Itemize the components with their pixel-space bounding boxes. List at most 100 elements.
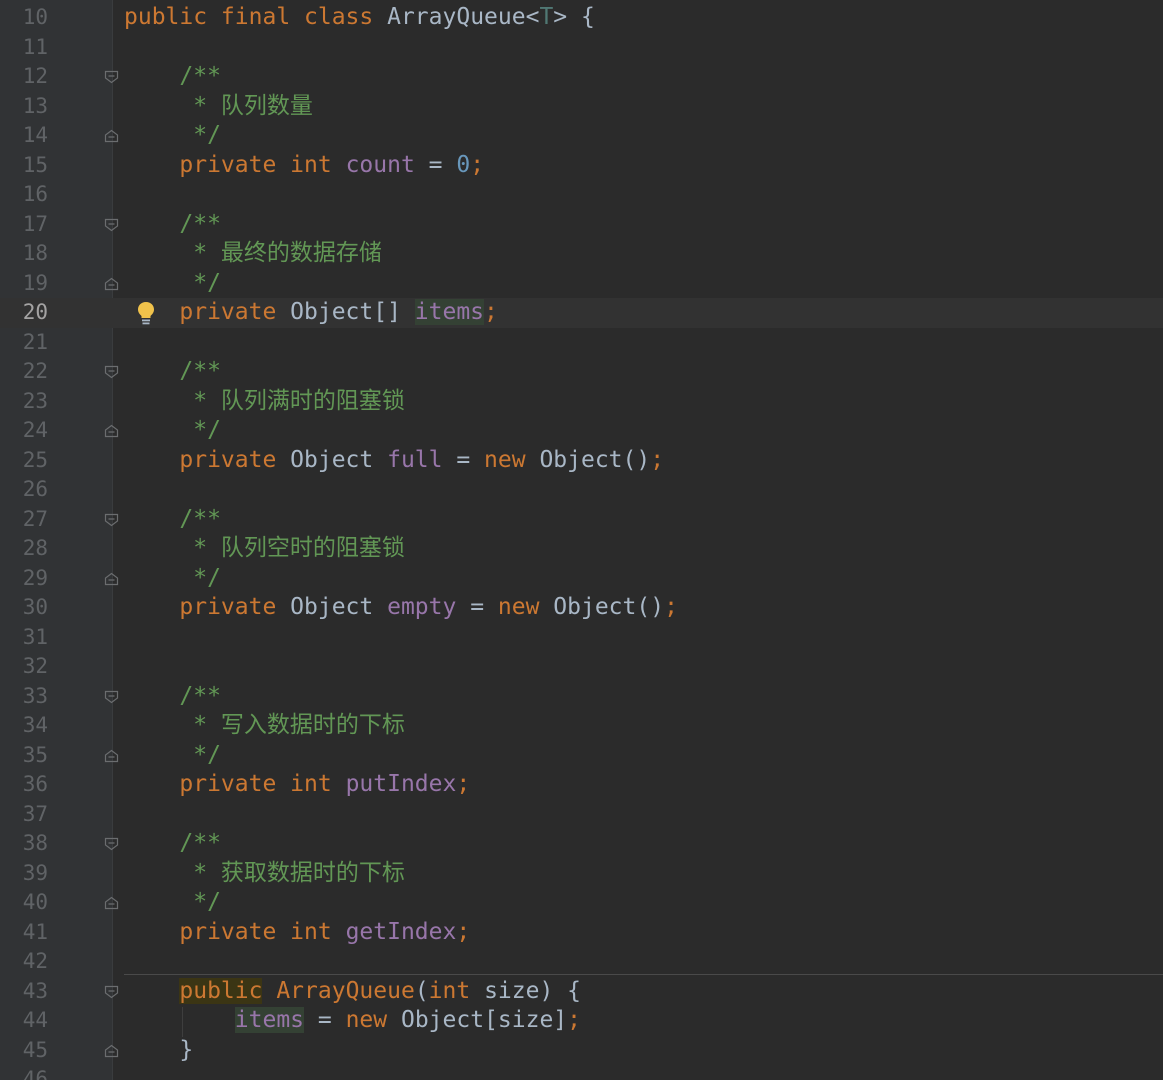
code-line[interactable]: 41 private int getIndex; xyxy=(0,918,1163,948)
line-number: 31 xyxy=(22,624,48,649)
code-line[interactable]: 45 } xyxy=(0,1036,1163,1066)
code-line[interactable]: 34 * 写入数据时的下标 xyxy=(0,711,1163,741)
code-token: */ xyxy=(124,417,221,443)
code-text[interactable]: private int putIndex; xyxy=(124,770,470,800)
code-line[interactable]: 43 public ArrayQueue(int size) { xyxy=(0,977,1163,1007)
fold-start-icon[interactable] xyxy=(104,70,119,84)
fold-end-icon[interactable] xyxy=(104,749,119,763)
line-number: 13 xyxy=(22,93,48,118)
fold-start-icon[interactable] xyxy=(104,690,119,704)
code-line[interactable]: 19 */ xyxy=(0,269,1163,299)
code-text[interactable]: * 最终的数据存储 xyxy=(124,239,382,269)
code-token: Object() xyxy=(539,446,651,473)
fold-end-icon[interactable] xyxy=(104,277,119,291)
code-text[interactable]: * 获取数据时的下标 xyxy=(124,859,405,889)
code-line[interactable]: 26 xyxy=(0,475,1163,505)
code-line[interactable]: 30 private Object empty = new Object(); xyxy=(0,593,1163,623)
fold-start-icon[interactable] xyxy=(104,837,119,851)
fold-end-icon[interactable] xyxy=(104,1044,119,1058)
code-line[interactable]: 14 */ xyxy=(0,121,1163,151)
code-line[interactable]: 17 /** xyxy=(0,210,1163,240)
code-text[interactable]: * 队列满时的阻塞锁 xyxy=(124,387,405,417)
fold-end-icon[interactable] xyxy=(104,572,119,586)
code-line[interactable]: 33 /** xyxy=(0,682,1163,712)
code-text[interactable]: /** xyxy=(124,357,221,387)
code-text[interactable]: public ArrayQueue(int size) { xyxy=(124,977,581,1007)
code-line[interactable]: 39 * 获取数据时的下标 xyxy=(0,859,1163,889)
code-line[interactable]: 23 * 队列满时的阻塞锁 xyxy=(0,387,1163,417)
code-line[interactable]: 42 xyxy=(0,947,1163,977)
code-text[interactable]: /** xyxy=(124,62,221,92)
code-line[interactable]: 38 /** xyxy=(0,829,1163,859)
code-text[interactable]: */ xyxy=(124,269,221,299)
code-line[interactable]: 10 public final class ArrayQueue<T> { xyxy=(0,3,1163,33)
code-text[interactable]: */ xyxy=(124,416,221,446)
code-editor[interactable]: 10 public final class ArrayQueue<T> {11 12… xyxy=(0,0,1163,1080)
code-line[interactable]: 40 */ xyxy=(0,888,1163,918)
code-line[interactable]: 22 /** xyxy=(0,357,1163,387)
code-token: = xyxy=(304,1007,346,1033)
fold-start-icon[interactable] xyxy=(104,513,119,527)
code-text[interactable]: */ xyxy=(124,741,221,771)
code-token: size) { xyxy=(484,977,581,1004)
code-line[interactable]: 31 xyxy=(0,623,1163,653)
code-line[interactable]: 25 private Object full = new Object(); xyxy=(0,446,1163,476)
code-token: private int xyxy=(124,918,346,945)
code-text[interactable]: */ xyxy=(124,564,221,594)
code-text[interactable]: /** xyxy=(124,210,221,240)
code-line[interactable]: 36 private int putIndex; xyxy=(0,770,1163,800)
code-text[interactable]: private Object full = new Object(); xyxy=(124,446,664,476)
code-text[interactable]: public final class ArrayQueue<T> { xyxy=(124,3,595,33)
code-text[interactable]: * 队列空时的阻塞锁 xyxy=(124,534,405,564)
code-line[interactable]: 16 xyxy=(0,180,1163,210)
code-line[interactable]: 20 private Object[] items; xyxy=(0,298,1163,328)
code-line[interactable]: 35 */ xyxy=(0,741,1163,771)
code-line[interactable]: 28 * 队列空时的阻塞锁 xyxy=(0,534,1163,564)
fold-start-icon[interactable] xyxy=(104,985,119,999)
code-line[interactable]: 46 xyxy=(0,1065,1163,1080)
code-token: private int xyxy=(124,771,346,797)
code-text[interactable]: /** xyxy=(124,682,221,712)
code-text[interactable]: private int count = 0; xyxy=(124,151,484,181)
code-line[interactable]: 44 items = new Object[size]; xyxy=(0,1006,1163,1036)
code-line[interactable]: 24 */ xyxy=(0,416,1163,446)
line-number: 17 xyxy=(22,211,48,236)
code-text[interactable]: /** xyxy=(124,829,221,859)
code-line[interactable]: 18 * 最终的数据存储 xyxy=(0,239,1163,269)
fold-end-icon[interactable] xyxy=(104,129,119,143)
code-text[interactable]: /** xyxy=(124,505,221,535)
code-line[interactable]: 12 /** xyxy=(0,62,1163,92)
code-text[interactable]: * 队列数量 xyxy=(124,92,313,122)
code-text[interactable]: private Object[] items; xyxy=(124,298,498,328)
code-text[interactable]: } xyxy=(124,1036,193,1066)
code-text[interactable]: */ xyxy=(124,888,221,918)
code-text[interactable]: private int getIndex; xyxy=(124,918,470,948)
code-line[interactable]: 29 */ xyxy=(0,564,1163,594)
code-token: ; xyxy=(567,1007,581,1033)
fold-end-icon[interactable] xyxy=(104,896,119,910)
code-text[interactable]: private Object empty = new Object(); xyxy=(124,593,678,623)
fold-start-icon[interactable] xyxy=(104,365,119,379)
code-line[interactable]: 21 xyxy=(0,328,1163,358)
code-line[interactable]: 32 xyxy=(0,652,1163,682)
line-number: 21 xyxy=(22,329,48,354)
code-token: */ xyxy=(124,564,221,591)
code-line[interactable]: 15 private int count = 0; xyxy=(0,151,1163,181)
code-text[interactable]: */ xyxy=(124,121,221,151)
line-number: 36 xyxy=(22,772,48,796)
code-line[interactable]: 11 xyxy=(0,33,1163,63)
code-token: */ xyxy=(124,889,221,915)
code-line[interactable]: 27 /** xyxy=(0,505,1163,535)
code-token: /** xyxy=(124,505,221,532)
code-line[interactable]: 37 xyxy=(0,800,1163,830)
fold-end-icon[interactable] xyxy=(104,424,119,438)
code-token: ArrayQueue xyxy=(262,977,415,1004)
code-line[interactable]: 13 * 队列数量 xyxy=(0,92,1163,122)
line-number: 39 xyxy=(22,860,48,885)
code-text[interactable]: items = new Object[size]; xyxy=(124,1006,581,1036)
code-text[interactable]: * 写入数据时的下标 xyxy=(124,711,405,741)
line-number: 37 xyxy=(22,801,48,826)
code-token: int xyxy=(428,977,485,1004)
fold-start-icon[interactable] xyxy=(104,218,119,232)
code-token: items xyxy=(414,299,485,325)
